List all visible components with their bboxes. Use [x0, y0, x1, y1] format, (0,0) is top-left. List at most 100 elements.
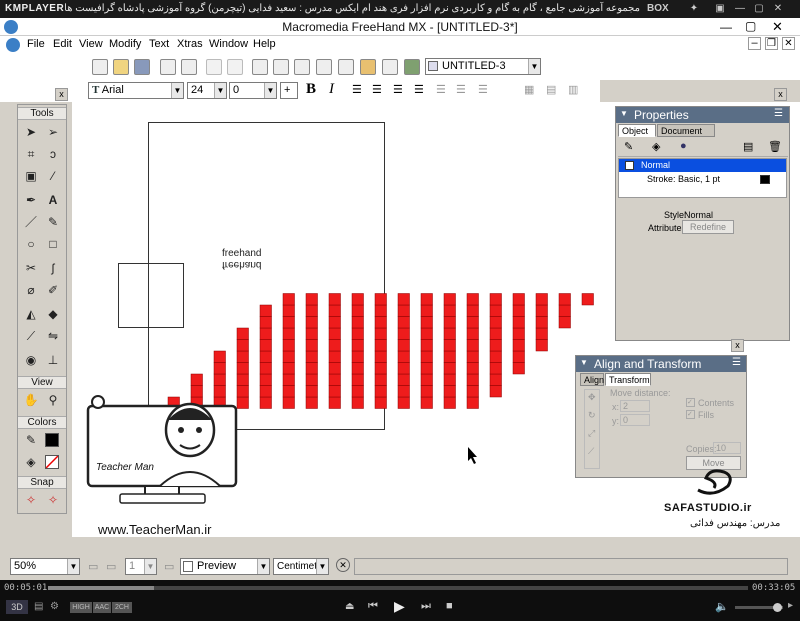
checker-square[interactable] — [351, 362, 364, 375]
add-stroke-icon[interactable]: ✎ — [624, 140, 633, 153]
checker-square[interactable] — [397, 396, 410, 409]
outdent-icon[interactable]: ☰ — [478, 83, 488, 96]
previous-icon[interactable]: ⏮ — [368, 600, 378, 613]
align-header[interactable]: ▼ Align and Transform ☰ — [576, 356, 746, 372]
collapse-icon[interactable]: ▼ — [580, 358, 588, 367]
checker-square[interactable] — [374, 350, 387, 363]
checker-square[interactable] — [305, 385, 318, 398]
add-page-icon[interactable]: ▭ — [164, 560, 174, 573]
x-input[interactable]: 2 — [620, 400, 650, 412]
checker-square[interactable] — [259, 385, 272, 398]
menu-window[interactable]: Window — [209, 38, 248, 50]
menu-modify[interactable]: Modify — [109, 38, 141, 50]
subselect-icon[interactable]: ➢ — [44, 123, 62, 141]
checker-square[interactable] — [397, 362, 410, 375]
rotate-icon[interactable]: ◆ — [44, 305, 62, 323]
checker-square[interactable] — [466, 293, 479, 306]
checker-square[interactable] — [443, 327, 456, 340]
checker-square[interactable] — [282, 339, 295, 352]
volume-knob[interactable] — [773, 603, 782, 612]
checker-square[interactable] — [397, 339, 410, 352]
zoom-icon[interactable]: ⚲ — [44, 391, 62, 409]
checker-square[interactable] — [236, 339, 249, 352]
checker-square[interactable] — [282, 304, 295, 317]
checker-square[interactable] — [420, 396, 433, 409]
checker-square[interactable] — [236, 350, 249, 363]
skew-mode-icon[interactable]: ⟋ — [588, 446, 594, 457]
checker-square[interactable] — [328, 327, 341, 340]
maximize-icon[interactable]: ▢ — [745, 19, 756, 33]
checker-square[interactable] — [489, 385, 502, 398]
player-close-icon[interactable]: ✕ — [770, 2, 786, 16]
checker-square[interactable] — [305, 304, 318, 317]
copies-input[interactable]: 10 — [713, 442, 741, 454]
3d-mode-button[interactable]: 3D — [6, 600, 28, 614]
connector-icon[interactable]: ⊥ — [44, 351, 62, 369]
checker-square[interactable] — [512, 362, 525, 375]
menu-file[interactable]: File — [27, 38, 45, 50]
checker-square[interactable] — [374, 373, 387, 386]
checker-square[interactable] — [443, 396, 456, 409]
stroke-swatch[interactable] — [45, 433, 59, 447]
checker-square[interactable] — [374, 339, 387, 352]
pin-icon[interactable]: ✦ — [686, 2, 702, 16]
chevron-down-icon[interactable]: ▼ — [264, 83, 276, 98]
next-icon[interactable]: ⏭ — [421, 600, 431, 613]
checker-square[interactable] — [420, 304, 433, 317]
checker-square[interactable] — [466, 327, 479, 340]
list-item-stroke[interactable]: Stroke: Basic, 1 pt — [619, 173, 786, 186]
font-select[interactable]: T Arial ▼ — [88, 82, 184, 99]
checker-square[interactable] — [420, 385, 433, 398]
styles-icon[interactable] — [404, 59, 420, 75]
stroke-color-icon[interactable]: ✎ — [22, 431, 40, 449]
checker-square[interactable] — [397, 350, 410, 363]
indent-icon[interactable]: ☰ — [456, 83, 466, 96]
fill-color-icon[interactable]: ◈ — [22, 453, 40, 471]
rotate-mode-icon[interactable]: ↻ — [588, 410, 596, 421]
volume-icon[interactable]: 🔈 — [715, 600, 729, 613]
checker-square[interactable] — [374, 362, 387, 375]
properties-close-icon[interactable]: x — [774, 88, 787, 101]
checker-square[interactable] — [558, 293, 571, 306]
blend-icon[interactable]: ◉ — [22, 351, 40, 369]
leading-mode-select[interactable]: + — [280, 82, 298, 99]
lock-icon[interactable] — [206, 59, 222, 75]
checker-square[interactable] — [282, 293, 295, 306]
fills-checkbox[interactable]: ✓ — [686, 410, 695, 419]
checker-square[interactable] — [466, 316, 479, 329]
y-input[interactable]: 0 — [620, 414, 650, 426]
checker-square[interactable] — [443, 304, 456, 317]
checker-square[interactable] — [282, 396, 295, 409]
collapse-icon[interactable]: ▼ — [620, 109, 628, 118]
tab-align[interactable]: Align — [580, 373, 604, 386]
knife-icon[interactable]: ✂ — [22, 259, 40, 277]
align-close-icon[interactable]: x — [731, 339, 744, 352]
checker-square[interactable] — [558, 316, 571, 329]
tab-object[interactable]: Object — [618, 124, 656, 137]
checker-square[interactable] — [305, 316, 318, 329]
ellipse-icon[interactable]: ○ — [22, 235, 40, 253]
library-icon[interactable] — [316, 59, 332, 75]
checker-square[interactable] — [443, 350, 456, 363]
checker-square[interactable] — [351, 385, 364, 398]
checker-square[interactable] — [535, 304, 548, 317]
checker-square[interactable] — [466, 373, 479, 386]
unlock-icon[interactable] — [227, 59, 243, 75]
layers-icon[interactable] — [294, 59, 310, 75]
checker-square[interactable] — [489, 350, 502, 363]
checker-square[interactable] — [512, 327, 525, 340]
checker-square[interactable] — [535, 293, 548, 306]
redefine-button[interactable]: Redefine — [682, 220, 734, 234]
brush-icon[interactable]: ✐ — [44, 281, 62, 299]
checker-square[interactable] — [397, 304, 410, 317]
close-icon[interactable]: ✕ — [772, 19, 783, 35]
menu-help[interactable]: Help — [253, 38, 276, 50]
checker-square[interactable] — [397, 327, 410, 340]
checker-square[interactable] — [420, 373, 433, 386]
checker-square[interactable] — [328, 316, 341, 329]
align-icon[interactable] — [273, 59, 289, 75]
checker-square[interactable] — [489, 362, 502, 375]
checker-square[interactable] — [374, 316, 387, 329]
group-icon[interactable] — [252, 59, 268, 75]
checker-square[interactable] — [305, 339, 318, 352]
